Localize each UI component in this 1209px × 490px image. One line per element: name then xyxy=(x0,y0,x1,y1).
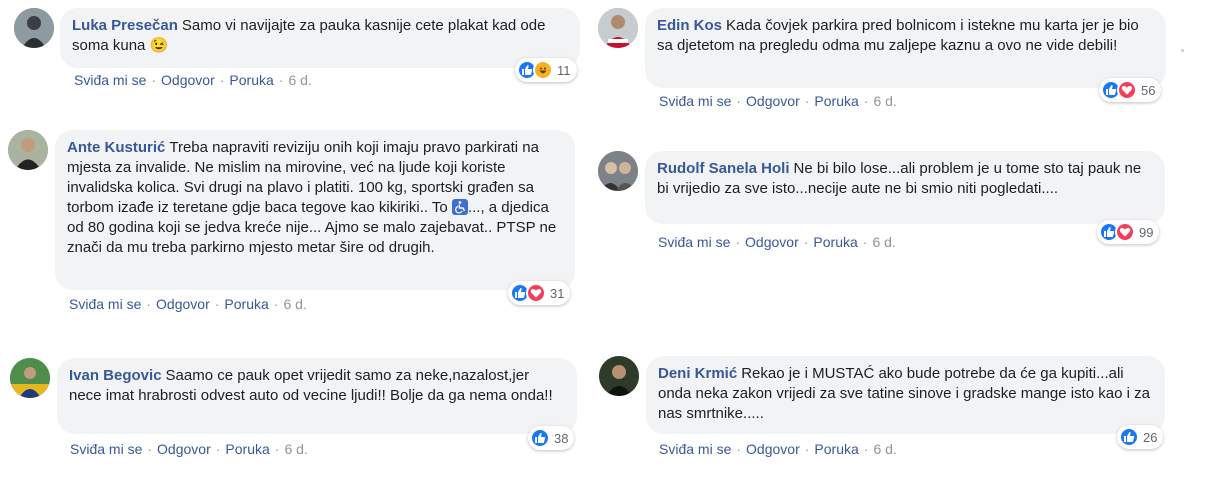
reaction-summary[interactable]: 56 xyxy=(1099,78,1162,102)
like-reaction-icon xyxy=(530,428,550,448)
reaction-summary[interactable]: 38 xyxy=(528,426,575,450)
reaction-count: 11 xyxy=(557,62,571,78)
avatar[interactable] xyxy=(598,151,638,191)
love-reaction-icon xyxy=(1117,80,1137,100)
message-link[interactable]: Poruka xyxy=(814,93,858,109)
comment-bubble: Ante Kusturić Treba napraviti reviziju on… xyxy=(55,130,575,290)
reaction-summary[interactable]: 99 xyxy=(1097,220,1160,244)
like-link[interactable]: Sviđa mi se xyxy=(69,296,141,312)
like-link[interactable]: Sviđa mi se xyxy=(659,441,731,457)
comment-actions: Sviđa mi se · Odgovor · Poruka · 6 d. xyxy=(658,234,896,250)
comment-bubble: Ivan Begovic Saamo ce pauk opet vrijedit … xyxy=(57,358,577,434)
message-link[interactable]: Poruka xyxy=(224,296,268,312)
comment-actions: Sviđa mi se · Odgovor · Poruka · 6 d. xyxy=(70,441,308,457)
message-link[interactable]: Poruka xyxy=(814,441,858,457)
reaction-summary[interactable]: 26 xyxy=(1117,425,1164,449)
reaction-count: 99 xyxy=(1139,224,1154,240)
comment-actions: Sviđa mi se · Odgovor · Poruka · 6 d. xyxy=(659,441,897,457)
reaction-count: 31 xyxy=(550,285,565,301)
wink-emoji: 😉 xyxy=(149,37,169,54)
comment-time[interactable]: 6 d. xyxy=(873,441,896,457)
reply-link[interactable]: Odgovor xyxy=(746,441,800,457)
comment-actions: Sviđa mi se · Odgovor · Poruka · 6 d. xyxy=(74,72,312,88)
comment-actions: Sviđa mi se · Odgovor · Poruka · 6 d. xyxy=(659,93,897,109)
love-reaction-icon xyxy=(526,283,546,303)
comment-time[interactable]: 6 d. xyxy=(283,296,306,312)
like-link[interactable]: Sviđa mi se xyxy=(70,441,142,457)
reaction-count: 26 xyxy=(1143,429,1158,445)
reply-link[interactable]: Odgovor xyxy=(157,441,211,457)
comment-time[interactable]: 6 d. xyxy=(288,72,311,88)
haha-reaction-icon xyxy=(533,60,553,80)
author-name[interactable]: Edin Kos xyxy=(657,17,722,34)
avatar[interactable] xyxy=(598,8,638,48)
comment-time[interactable]: 6 d. xyxy=(873,93,896,109)
author-name[interactable]: Luka Presečan xyxy=(72,17,178,34)
message-link[interactable]: Poruka xyxy=(813,234,857,250)
author-name[interactable]: Ante Kusturić xyxy=(67,139,165,156)
comment-time[interactable]: 6 d. xyxy=(872,234,895,250)
reaction-count: 38 xyxy=(554,430,569,446)
comment-bubble: Rudolf Sanela Holi Ne bi bilo lose...ali … xyxy=(645,151,1165,224)
author-name[interactable]: Rudolf Sanela Holi xyxy=(657,160,790,177)
comment-actions: Sviđa mi se · Odgovor · Poruka · 6 d. xyxy=(69,296,307,312)
reply-link[interactable]: Odgovor xyxy=(156,296,210,312)
message-link[interactable]: Poruka xyxy=(229,72,273,88)
like-link[interactable]: Sviđa mi se xyxy=(74,72,146,88)
like-link[interactable]: Sviđa mi se xyxy=(659,93,731,109)
comment-time[interactable]: 6 d. xyxy=(284,441,307,457)
comment-bubble: Deni Krmić Rekao je i MUSTAĆ ako bude pot… xyxy=(646,356,1165,434)
reaction-summary[interactable]: 11 xyxy=(515,58,577,82)
avatar[interactable] xyxy=(10,358,50,398)
reaction-count: 56 xyxy=(1141,82,1156,98)
author-name[interactable]: Deni Krmić xyxy=(658,365,737,382)
avatar[interactable] xyxy=(14,8,54,48)
reply-link[interactable]: Odgovor xyxy=(161,72,215,88)
wheelchair-icon xyxy=(451,199,468,215)
like-link[interactable]: Sviđa mi se xyxy=(658,234,730,250)
reply-link[interactable]: Odgovor xyxy=(746,93,800,109)
reply-link[interactable]: Odgovor xyxy=(745,234,799,250)
comment-bubble: Luka Presečan Samo vi navijajte za pauka … xyxy=(60,8,580,68)
comment-bubble: Edin Kos Kada čovjek parkira pred bolnico… xyxy=(645,8,1166,88)
avatar[interactable] xyxy=(599,356,639,396)
avatar[interactable] xyxy=(8,130,48,170)
comment-text: Kada čovjek parkira pred bolnicom i iste… xyxy=(657,17,1143,54)
like-reaction-icon xyxy=(1119,427,1139,447)
love-reaction-icon xyxy=(1115,222,1135,242)
decorative-dot xyxy=(1181,49,1184,52)
reaction-summary[interactable]: 31 xyxy=(508,281,571,305)
message-link[interactable]: Poruka xyxy=(225,441,269,457)
author-name[interactable]: Ivan Begovic xyxy=(69,367,162,384)
